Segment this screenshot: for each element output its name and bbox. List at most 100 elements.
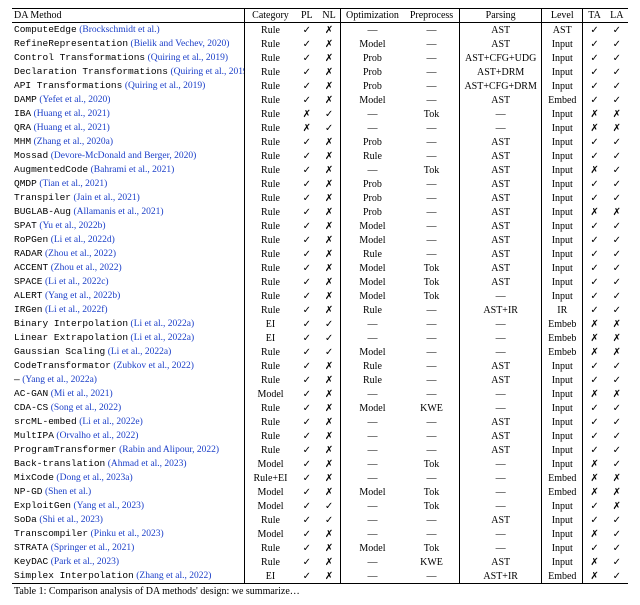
cell-parsing: — xyxy=(460,121,541,135)
cell-method: srcML-embed (Li et al., 2022e) xyxy=(12,415,244,429)
method-cite: (Dong et al., 2023a) xyxy=(56,473,132,483)
cell-la: ✓ xyxy=(606,401,628,415)
method-name: DAMP xyxy=(14,94,37,105)
cell-pl: ✓ xyxy=(296,345,318,359)
cell-ta: ✗ xyxy=(583,527,605,541)
cell-pl: ✓ xyxy=(296,51,318,65)
cell-preprocess: — xyxy=(404,345,460,359)
cell-pl: ✓ xyxy=(296,23,318,38)
table-row: RADAR (Zhou et al., 2022)Rule✓✗Rule—ASTI… xyxy=(12,247,628,261)
cell-pl: ✓ xyxy=(296,191,318,205)
method-cite: (Yang et al., 2022b) xyxy=(45,291,120,301)
method-cite: (Zubkov et al., 2022) xyxy=(113,361,193,371)
cell-parsing: AST xyxy=(460,513,541,527)
cell-nl: ✗ xyxy=(318,555,340,569)
cell-category: Model xyxy=(245,457,295,471)
cell-pl: ✓ xyxy=(296,373,318,387)
cell-nl: ✗ xyxy=(318,429,340,443)
cell-ta: ✓ xyxy=(583,429,605,443)
cell-optimization: Prob xyxy=(341,191,404,205)
cell-nl: ✗ xyxy=(318,149,340,163)
cell-preprocess: — xyxy=(404,471,460,485)
cell-method: Binary Interpolation (Li et al., 2022a) xyxy=(12,317,244,331)
cell-nl: ✗ xyxy=(318,401,340,415)
method-name: AC-GAN xyxy=(14,388,48,399)
table-row: Transcompiler (Pinku et al., 2023)Model✓… xyxy=(12,527,628,541)
method-name: QRA xyxy=(14,122,31,133)
cell-category: Rule xyxy=(245,233,295,247)
method-cite: (Li et al., 2022a) xyxy=(131,333,195,343)
cell-nl: ✗ xyxy=(318,275,340,289)
cell-optimization: — xyxy=(341,107,404,121)
cell-la: ✓ xyxy=(606,555,628,569)
cell-optimization: — xyxy=(341,555,404,569)
cell-optimization: — xyxy=(341,23,404,38)
cell-nl: ✗ xyxy=(318,23,340,38)
cell-category: Rule xyxy=(245,289,295,303)
cell-level: Embed xyxy=(542,93,582,107)
cell-nl: ✗ xyxy=(318,289,340,303)
cell-pl: ✓ xyxy=(296,569,318,584)
cell-la: ✓ xyxy=(606,219,628,233)
cell-parsing: AST xyxy=(460,373,541,387)
cell-method: AC-GAN (Mi et al., 2021) xyxy=(12,387,244,401)
table-row: — (Yang et al., 2022a)Rule✓✗Rule—ASTInpu… xyxy=(12,373,628,387)
cell-preprocess: — xyxy=(404,527,460,541)
cell-category: Rule xyxy=(245,163,295,177)
cell-method: API Transformations (Quiring et al., 201… xyxy=(12,79,244,93)
cell-optimization: Model xyxy=(341,233,404,247)
table-row: API Transformations (Quiring et al., 201… xyxy=(12,79,628,93)
cell-ta: ✗ xyxy=(583,471,605,485)
cell-la: ✓ xyxy=(606,513,628,527)
cell-ta: ✗ xyxy=(583,317,605,331)
table-row: MixCode (Dong et al., 2023a)Rule+EI✓✗———… xyxy=(12,471,628,485)
table-row: srcML-embed (Li et al., 2022e)Rule✓✗——AS… xyxy=(12,415,628,429)
cell-parsing: — xyxy=(460,331,541,345)
cell-optimization: Model xyxy=(341,275,404,289)
cell-level: Input xyxy=(542,527,582,541)
cell-ta: ✓ xyxy=(583,79,605,93)
cell-method: QRA (Huang et al., 2021) xyxy=(12,121,244,135)
cell-la: ✓ xyxy=(606,149,628,163)
cell-optimization: Prob xyxy=(341,79,404,93)
cell-la: ✗ xyxy=(606,471,628,485)
cell-method: Mossad (Devore-McDonald and Berger, 2020… xyxy=(12,149,244,163)
cell-level: Input xyxy=(542,65,582,79)
cell-la: ✓ xyxy=(606,569,628,584)
cell-category: Rule xyxy=(245,247,295,261)
cell-nl: ✓ xyxy=(318,331,340,345)
table-row: BUGLAB-Aug (Allamanis et al., 2021)Rule✓… xyxy=(12,205,628,219)
cell-ta: ✓ xyxy=(583,513,605,527)
method-name: BUGLAB-Aug xyxy=(14,206,71,217)
cell-preprocess: Tok xyxy=(404,163,460,177)
cell-ta: ✗ xyxy=(583,457,605,471)
cell-parsing: AST xyxy=(460,429,541,443)
method-cite: (Li et al., 2022d) xyxy=(51,235,115,245)
cell-pl: ✓ xyxy=(296,205,318,219)
cell-category: Model xyxy=(245,527,295,541)
cell-optimization: Model xyxy=(341,345,404,359)
table-row: NP-GD (Shen et al.)Model✓✗ModelTok—Embed… xyxy=(12,485,628,499)
cell-la: ✓ xyxy=(606,233,628,247)
cell-pl: ✓ xyxy=(296,247,318,261)
cell-method: ComputeEdge (Brockschmidt et al.) xyxy=(12,23,244,38)
cell-la: ✗ xyxy=(606,121,628,135)
method-name: RADAR xyxy=(14,248,43,259)
cell-pl: ✗ xyxy=(296,107,318,121)
cell-parsing: AST xyxy=(460,93,541,107)
cell-optimization: Model xyxy=(341,289,404,303)
cell-la: ✓ xyxy=(606,373,628,387)
method-name: Mossad xyxy=(14,150,48,161)
cell-category: EI xyxy=(245,317,295,331)
table-row: SPACE (Li et al., 2022c)Rule✓✗ModelTokAS… xyxy=(12,275,628,289)
col-ta: TA xyxy=(583,9,605,23)
cell-category: Rule xyxy=(245,219,295,233)
method-cite: (Yang et al., 2023) xyxy=(74,501,145,511)
cell-preprocess: — xyxy=(404,443,460,457)
cell-la: ✗ xyxy=(606,345,628,359)
cell-level: Input xyxy=(542,429,582,443)
cell-category: Model xyxy=(245,499,295,513)
cell-la: ✓ xyxy=(606,65,628,79)
method-name: Transcompiler xyxy=(14,528,88,539)
cell-level: Input xyxy=(542,359,582,373)
